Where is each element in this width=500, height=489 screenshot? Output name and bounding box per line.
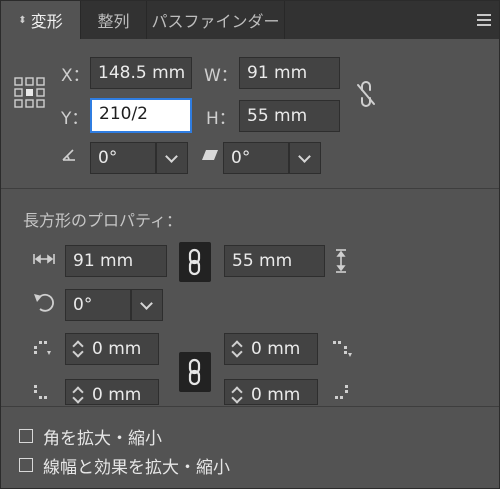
stepper-icon[interactable] [72, 385, 84, 404]
x-label: X： [61, 66, 90, 86]
corner-top-right-input[interactable]: 0 mm [224, 333, 318, 365]
tab-transform-label: 変形 [30, 12, 63, 31]
stepper-icon[interactable] [231, 385, 243, 404]
x-input[interactable]: 148.5 mm [90, 57, 192, 89]
section-divider [1, 406, 499, 407]
tab-align-label: 整列 [97, 12, 130, 31]
tab-transform[interactable]: ⬍ 変形 [1, 1, 81, 39]
link-icon [188, 358, 201, 386]
h-label: H： [206, 109, 236, 129]
corner-bottom-left-value: 0 mm [92, 385, 142, 405]
rect-rotation-input[interactable]: 0° [65, 289, 131, 321]
corner-type-top-right-icon[interactable] [331, 338, 353, 358]
w-label: W： [204, 66, 238, 86]
tab-align[interactable]: 整列 [81, 1, 147, 39]
tab-pathfinder[interactable]: パスファインダー [147, 1, 285, 39]
chevron-down-icon [298, 150, 311, 163]
w-input[interactable]: 91 mm [239, 57, 340, 89]
section-divider [1, 188, 499, 189]
rect-rotation-dropdown[interactable] [131, 289, 163, 321]
scale-strokes-checkbox[interactable] [19, 458, 33, 472]
rect-properties-title: 長方形のプロパティ： [23, 211, 183, 230]
height-arrow-icon [336, 249, 346, 273]
corner-type-bottom-right-icon[interactable] [331, 383, 353, 403]
y-label: Y： [61, 109, 89, 129]
corner-type-top-left-icon[interactable] [33, 338, 53, 358]
tab-pathfinder-label: パスファインダー [151, 12, 280, 31]
stepper-icon[interactable] [231, 339, 243, 359]
corner-bottom-right-input[interactable]: 0 mm [224, 379, 318, 405]
panel-menu-icon[interactable] [477, 14, 491, 26]
chevron-down-icon [165, 150, 178, 163]
corner-link-button[interactable] [179, 352, 211, 392]
rect-height-input[interactable]: 55 mm [224, 245, 325, 277]
corner-top-left-value: 0 mm [92, 339, 142, 359]
rect-width-input[interactable]: 91 mm [65, 245, 167, 277]
width-arrow-icon [33, 254, 55, 264]
shear-angle-dropdown[interactable] [289, 142, 321, 174]
panel-tab-bar: ⬍ 変形 整列 パスファインダー [1, 1, 499, 39]
corner-top-left-input[interactable]: 0 mm [65, 333, 159, 365]
chevron-down-icon [140, 297, 153, 310]
reference-point-icon[interactable] [14, 77, 46, 109]
corner-type-bottom-left-icon[interactable] [33, 383, 53, 403]
y-input[interactable]: 210/2 [90, 98, 192, 133]
scale-strokes-label: 線幅と効果を拡大・縮小 [43, 458, 230, 478]
stepper-icon[interactable] [72, 339, 84, 359]
shear-angle-input[interactable]: 0° [223, 142, 289, 174]
corner-bottom-left-input[interactable]: 0 mm [65, 379, 159, 405]
transform-panel: ⬍ 変形 整列 パスファインダー X： 148.5 mm W： 91 mm Y：… [0, 0, 500, 489]
rotate-angle-icon [62, 149, 75, 161]
constrain-proportions-broken-link-icon[interactable] [355, 80, 377, 108]
collapse-arrows-icon: ⬍ [18, 14, 27, 26]
link-icon [188, 248, 201, 276]
scale-corners-label: 角を拡大・縮小 [43, 429, 162, 449]
rotate-ccw-icon [34, 293, 54, 312]
rotate-angle-dropdown[interactable] [156, 142, 188, 174]
rect-size-link-button[interactable] [179, 242, 211, 282]
corner-top-right-value: 0 mm [251, 339, 301, 359]
h-input[interactable]: 55 mm [239, 100, 340, 132]
rotate-angle-input[interactable]: 0° [90, 142, 156, 174]
scale-corners-checkbox[interactable] [19, 429, 33, 443]
shear-angle-icon [202, 150, 218, 160]
corner-bottom-right-value: 0 mm [251, 385, 301, 405]
